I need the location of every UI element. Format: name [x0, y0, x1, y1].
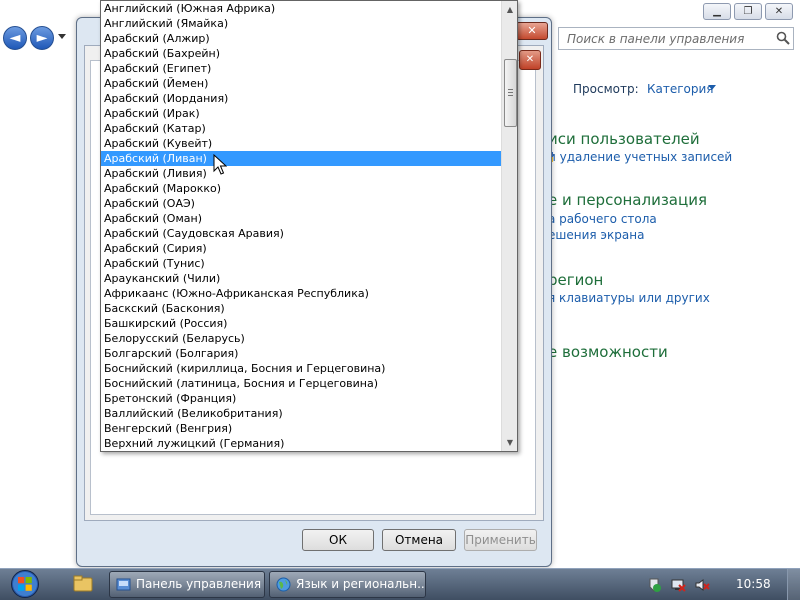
search-input[interactable]: Поиск в панели управления: [558, 27, 794, 50]
recent-pages-icon[interactable]: [58, 34, 66, 40]
language-list-item[interactable]: Верхний лужицкий (Германия): [101, 436, 501, 451]
taskbar-item-control-panel[interactable]: Панель управления: [109, 571, 265, 598]
category-link[interactable]: ешения экрана: [548, 228, 644, 242]
language-list-item[interactable]: Баскский (Баскония): [101, 301, 501, 316]
start-button[interactable]: [6, 569, 44, 599]
maximize-button[interactable]: ❐: [734, 3, 762, 20]
chevron-down-icon[interactable]: [708, 85, 716, 90]
language-list-item[interactable]: Африкаанс (Южно-Африканская Республика): [101, 286, 501, 301]
language-list-item[interactable]: Боснийский (кириллица, Босния и Герцегов…: [101, 361, 501, 376]
language-list-item[interactable]: Венгерский (Венгрия): [101, 421, 501, 436]
category-link[interactable]: а рабочего стола: [548, 212, 657, 226]
explorer-icon[interactable]: [72, 571, 94, 597]
language-list-item[interactable]: Арабский (Тунис): [101, 256, 501, 271]
taskbar-item-label: Язык и региональн...: [296, 577, 426, 591]
language-list-item[interactable]: Арабский (Кувейт): [101, 136, 501, 151]
category-heading-accessibility[interactable]: е возможности: [548, 343, 668, 361]
apply-button[interactable]: Применить: [464, 529, 537, 551]
language-list-item[interactable]: Бретонский (Франция): [101, 391, 501, 406]
category-heading-user-accounts[interactable]: иси пользователей: [548, 130, 700, 148]
subdialog-close-button[interactable]: ✕: [519, 50, 541, 70]
language-list-item[interactable]: Боснийский (латиница, Босния и Герцегови…: [101, 376, 501, 391]
cancel-button[interactable]: Отмена: [382, 529, 456, 551]
dialog-close-button[interactable]: ✕: [516, 22, 548, 40]
category-heading-region[interactable]: регион: [548, 271, 603, 289]
language-list-item[interactable]: Валлийский (Великобритания): [101, 406, 501, 421]
category-link[interactable]: и удаление учетных записей: [548, 150, 732, 164]
language-list-item[interactable]: Болгарский (Болгария): [101, 346, 501, 361]
action-center-icon[interactable]: [646, 577, 662, 593]
back-button[interactable]: ◄: [3, 26, 27, 50]
language-list-item[interactable]: Английский (Ямайка): [101, 16, 501, 31]
forward-button[interactable]: ►: [30, 26, 54, 50]
scroll-down-icon[interactable]: ▼: [502, 434, 517, 451]
language-list-item[interactable]: Арабский (Египет): [101, 61, 501, 76]
system-tray: [640, 568, 800, 600]
language-list-item[interactable]: Арабский (Катар): [101, 121, 501, 136]
language-list-items: Английский (Южная Африка) Английский (Яма…: [101, 1, 501, 451]
minimize-button[interactable]: ▁: [703, 3, 731, 20]
language-list-item[interactable]: Английский (Южная Африка): [101, 1, 501, 16]
globe-icon: [276, 577, 291, 592]
language-dropdown-list[interactable]: Английский (Южная Африка) Английский (Яма…: [100, 0, 518, 452]
language-list-item[interactable]: Арабский (Бахрейн): [101, 46, 501, 61]
search-icon[interactable]: [776, 31, 790, 45]
language-list-item[interactable]: Арабский (Саудовская Аравия): [101, 226, 501, 241]
control-panel-icon: [116, 578, 131, 591]
scrollbar-thumb[interactable]: [504, 59, 517, 127]
language-list-item[interactable]: Арабский (Сирия): [101, 241, 501, 256]
mouse-pointer-icon: [213, 154, 227, 175]
language-list-item[interactable]: Арабский (ОАЭ): [101, 196, 501, 211]
language-list-item[interactable]: Арабский (Алжир): [101, 31, 501, 46]
view-by-dropdown[interactable]: Категория: [647, 82, 714, 96]
view-by-label: Просмотр:: [573, 82, 639, 96]
language-list-item[interactable]: Белорусский (Беларусь): [101, 331, 501, 346]
show-desktop-button[interactable]: [787, 569, 800, 600]
language-list-item[interactable]: Арауканский (Чили): [101, 271, 501, 286]
scroll-up-icon[interactable]: ▲: [502, 1, 517, 18]
scrollbar[interactable]: ▲ ▼: [501, 1, 517, 451]
category-link[interactable]: я клавиатуры или других: [548, 291, 710, 305]
language-list-item[interactable]: Арабский (Ливия): [101, 166, 501, 181]
language-list-item[interactable]: Арабский (Иордания): [101, 91, 501, 106]
volume-muted-icon[interactable]: [694, 577, 710, 593]
window-controls: ▁ ❐ ✕: [703, 3, 795, 21]
language-list-item[interactable]: Арабский (Оман): [101, 211, 501, 226]
clock[interactable]: 10:58: [736, 577, 771, 591]
ok-button[interactable]: ОК: [302, 529, 374, 551]
language-list-item[interactable]: Арабский (Марокко): [101, 181, 501, 196]
network-icon[interactable]: [670, 577, 686, 593]
language-list-item[interactable]: Башкирский (Россия): [101, 316, 501, 331]
taskbar-item-region-language[interactable]: Язык и региональн...: [269, 571, 426, 598]
category-heading-appearance[interactable]: е и персонализация: [548, 191, 707, 209]
language-list-item[interactable]: Арабский (Ирак): [101, 106, 501, 121]
close-window-button[interactable]: ✕: [765, 3, 793, 20]
taskbar-item-label: Панель управления: [136, 577, 262, 591]
language-list-item[interactable]: Арабский (Йемен): [101, 76, 501, 91]
language-list-item[interactable]: Арабский (Ливан): [101, 151, 501, 166]
